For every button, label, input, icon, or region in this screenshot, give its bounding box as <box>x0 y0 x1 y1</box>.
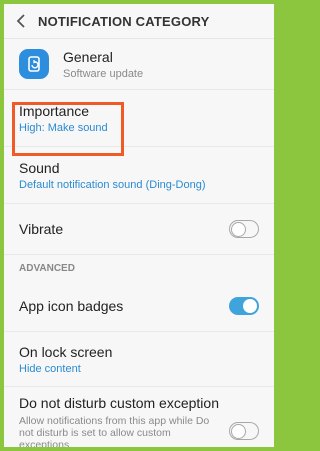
software-update-icon <box>19 49 49 79</box>
badges-toggle[interactable] <box>229 297 259 315</box>
vibrate-toggle[interactable] <box>229 220 259 238</box>
lockscreen-title: On lock screen <box>19 343 113 360</box>
app-subtitle: Software update <box>63 67 144 80</box>
chevron-left-icon <box>16 14 25 28</box>
dnd-title: Do not disturb custom exception <box>19 395 219 411</box>
sound-value: Default notification sound (Ding-Dong) <box>19 178 206 191</box>
dnd-description: Allow notifications from this app while … <box>19 415 210 447</box>
importance-highlight-box <box>12 102 124 156</box>
app-info-row: General Software update <box>4 39 274 89</box>
lockscreen-value: Hide content <box>19 362 81 375</box>
vibrate-setting[interactable]: Vibrate <box>4 204 274 254</box>
back-button[interactable] <box>4 4 38 38</box>
toggle-knob <box>231 221 246 237</box>
app-name: General <box>63 48 113 65</box>
sound-title: Sound <box>19 159 60 176</box>
dnd-exception-setting[interactable]: Do not disturb custom exception Allow no… <box>4 387 274 447</box>
vibrate-title: Vibrate <box>19 221 64 237</box>
page-title: NOTIFICATION CATEGORY <box>38 13 210 29</box>
advanced-section-header: ADVANCED <box>19 262 75 274</box>
lock-screen-setting[interactable]: On lock screen Hide content <box>4 332 274 386</box>
app-bar: NOTIFICATION CATEGORY <box>4 4 274 39</box>
toggle-knob <box>231 423 246 439</box>
notification-category-screen: NOTIFICATION CATEGORY General Software u… <box>4 4 274 447</box>
toggle-knob <box>243 299 257 313</box>
app-icon-badges-setting[interactable]: App icon badges <box>4 281 274 331</box>
dnd-toggle[interactable] <box>229 422 259 440</box>
badges-title: App icon badges <box>19 298 124 314</box>
